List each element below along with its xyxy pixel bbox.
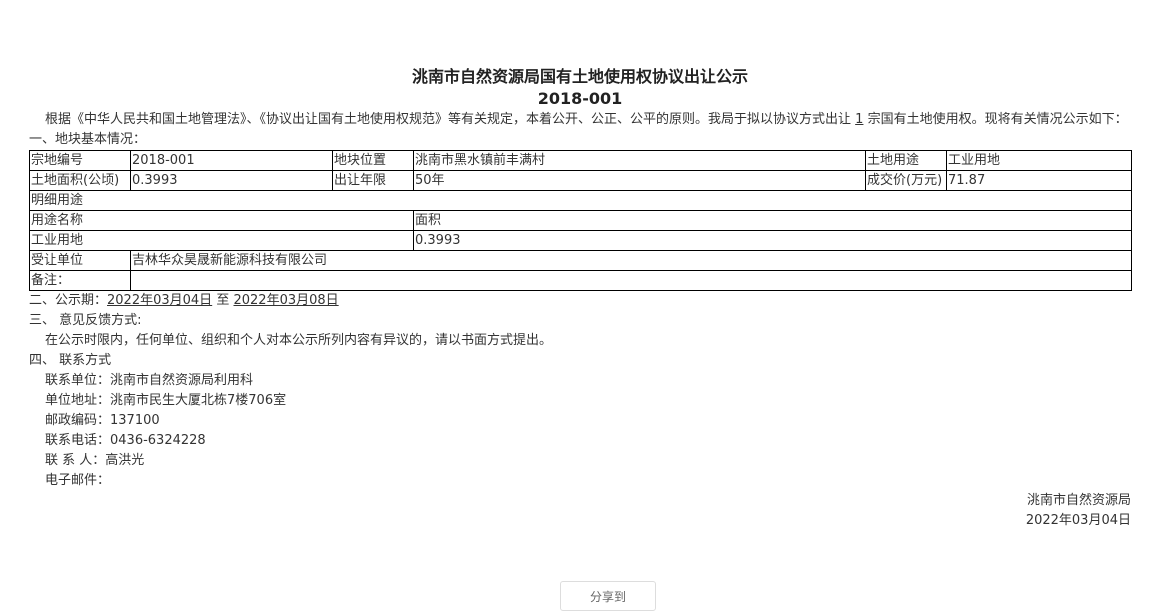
notice-title: 洮南市自然资源局国有土地使用权协议出让公示 bbox=[411, 67, 748, 86]
contact-email: 电子邮件： bbox=[45, 473, 111, 488]
section-4-heading: 四、 联系方式 bbox=[29, 353, 112, 368]
term-value: 50年 bbox=[413, 170, 866, 191]
notice-document: 洮南市自然资源局国有土地使用权协议出让公示 2018-001 根据《中华人民共和… bbox=[29, 66, 1132, 531]
section-3-heading: 三、 意见反馈方式: bbox=[29, 313, 142, 328]
share-button[interactable]: 分享到 bbox=[560, 581, 656, 611]
feedback-text: 在公示时限内，任何单位、组织和个人对本公示所列内容有异议的，请以书面方式提出。 bbox=[45, 333, 553, 348]
grantee-value: 吉林华众昊晟新能源科技有限公司 bbox=[130, 250, 1132, 271]
intro-text: 根据《中华人民共和国土地管理法》、《协议出让国有土地使用权规范》等有关规定，本着… bbox=[45, 112, 852, 127]
grantee-label: 受让单位 bbox=[29, 250, 131, 271]
table-row: 用途名称 面积 bbox=[29, 210, 1132, 231]
period-start: 2022年03月04日 bbox=[107, 293, 213, 308]
detail-area-label: 面积 bbox=[413, 210, 1132, 231]
use-name-label: 用途名称 bbox=[29, 210, 414, 231]
remark-value bbox=[130, 270, 1132, 291]
table-row: 受让单位 吉林华众昊晟新能源科技有限公司 bbox=[29, 250, 1132, 271]
area-label: 土地面积(公顷) bbox=[29, 170, 131, 191]
area-value: 0.3993 bbox=[130, 170, 333, 191]
period-to: 至 bbox=[216, 293, 230, 308]
contact-phone: 联系电话：0436-6324228 bbox=[45, 433, 206, 448]
parcel-count: 1 bbox=[855, 112, 864, 127]
detail-area-value: 0.3993 bbox=[413, 230, 1132, 251]
contact-person: 联 系 人：高洪光 bbox=[45, 453, 145, 468]
parcel-no-label: 宗地编号 bbox=[29, 150, 131, 171]
table-row: 宗地编号 2018-001 地块位置 洮南市黑水镇前丰满村 土地用途 工业用地 bbox=[29, 150, 1132, 171]
term-label: 出让年限 bbox=[332, 170, 414, 191]
section-1-heading: 一、地块基本情况： bbox=[29, 132, 147, 147]
intro-paragraph: 根据《中华人民共和国土地管理法》、《协议出让国有土地使用权规范》等有关规定，本着… bbox=[29, 110, 1131, 130]
contact-unit: 联系单位：洮南市自然资源局利用科 bbox=[45, 373, 254, 388]
land-use-label: 土地用途 bbox=[865, 150, 947, 171]
contact-address: 单位地址：洮南市民生大厦北栋7楼706室 bbox=[45, 393, 287, 408]
remark-label: 备注： bbox=[29, 270, 131, 291]
signature-org: 洮南市自然资源局 bbox=[1026, 493, 1131, 508]
period-end: 2022年03月08日 bbox=[233, 293, 339, 308]
detail-use-label: 明细用途 bbox=[29, 190, 1132, 211]
signature-date: 2022年03月04日 bbox=[1025, 513, 1131, 528]
notice-code: 2018-001 bbox=[537, 89, 623, 108]
period-label: 二、公示期： bbox=[29, 293, 108, 308]
detail-use-value: 工业用地 bbox=[29, 230, 414, 251]
table-row: 明细用途 bbox=[29, 190, 1132, 211]
parcel-no-value: 2018-001 bbox=[130, 150, 333, 171]
table-row: 工业用地 0.3993 bbox=[29, 230, 1132, 251]
section-2-period: 二、公示期：2022年03月04日 至 2022年03月08日 bbox=[29, 291, 1131, 311]
location-label: 地块位置 bbox=[332, 150, 414, 171]
intro-text-end: 宗国有土地使用权。现将有关情况公示如下： bbox=[867, 112, 1128, 127]
price-value: 71.87 bbox=[946, 170, 1132, 191]
location-value: 洮南市黑水镇前丰满村 bbox=[413, 150, 866, 171]
contact-postcode: 邮政编码：137100 bbox=[45, 413, 160, 428]
table-row: 备注： bbox=[29, 270, 1132, 291]
land-info-table: 宗地编号 2018-001 地块位置 洮南市黑水镇前丰满村 土地用途 工业用地 … bbox=[29, 150, 1132, 291]
price-label: 成交价(万元) bbox=[865, 170, 947, 191]
table-row: 土地面积(公顷) 0.3993 出让年限 50年 成交价(万元) 71.87 bbox=[29, 170, 1132, 191]
land-use-value: 工业用地 bbox=[946, 150, 1132, 171]
